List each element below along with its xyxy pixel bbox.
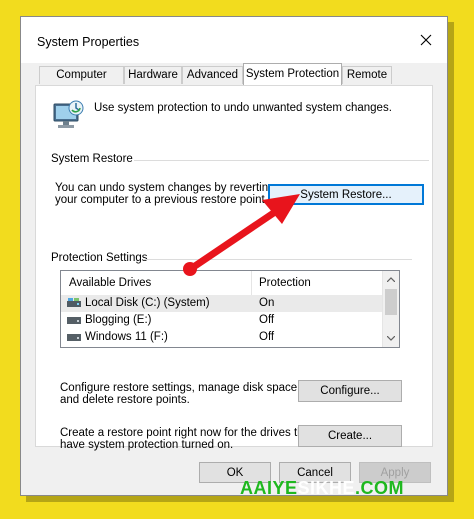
site-watermark: AAIYESIKHE.COM [240, 478, 404, 499]
tab-system-protection[interactable]: System Protection [243, 63, 342, 85]
watermark-part2: SIKHE [297, 478, 356, 498]
annotation-arrow [183, 194, 300, 276]
watermark-part1: AAIYE [240, 478, 298, 498]
watermark-part3: .COM [355, 478, 405, 498]
